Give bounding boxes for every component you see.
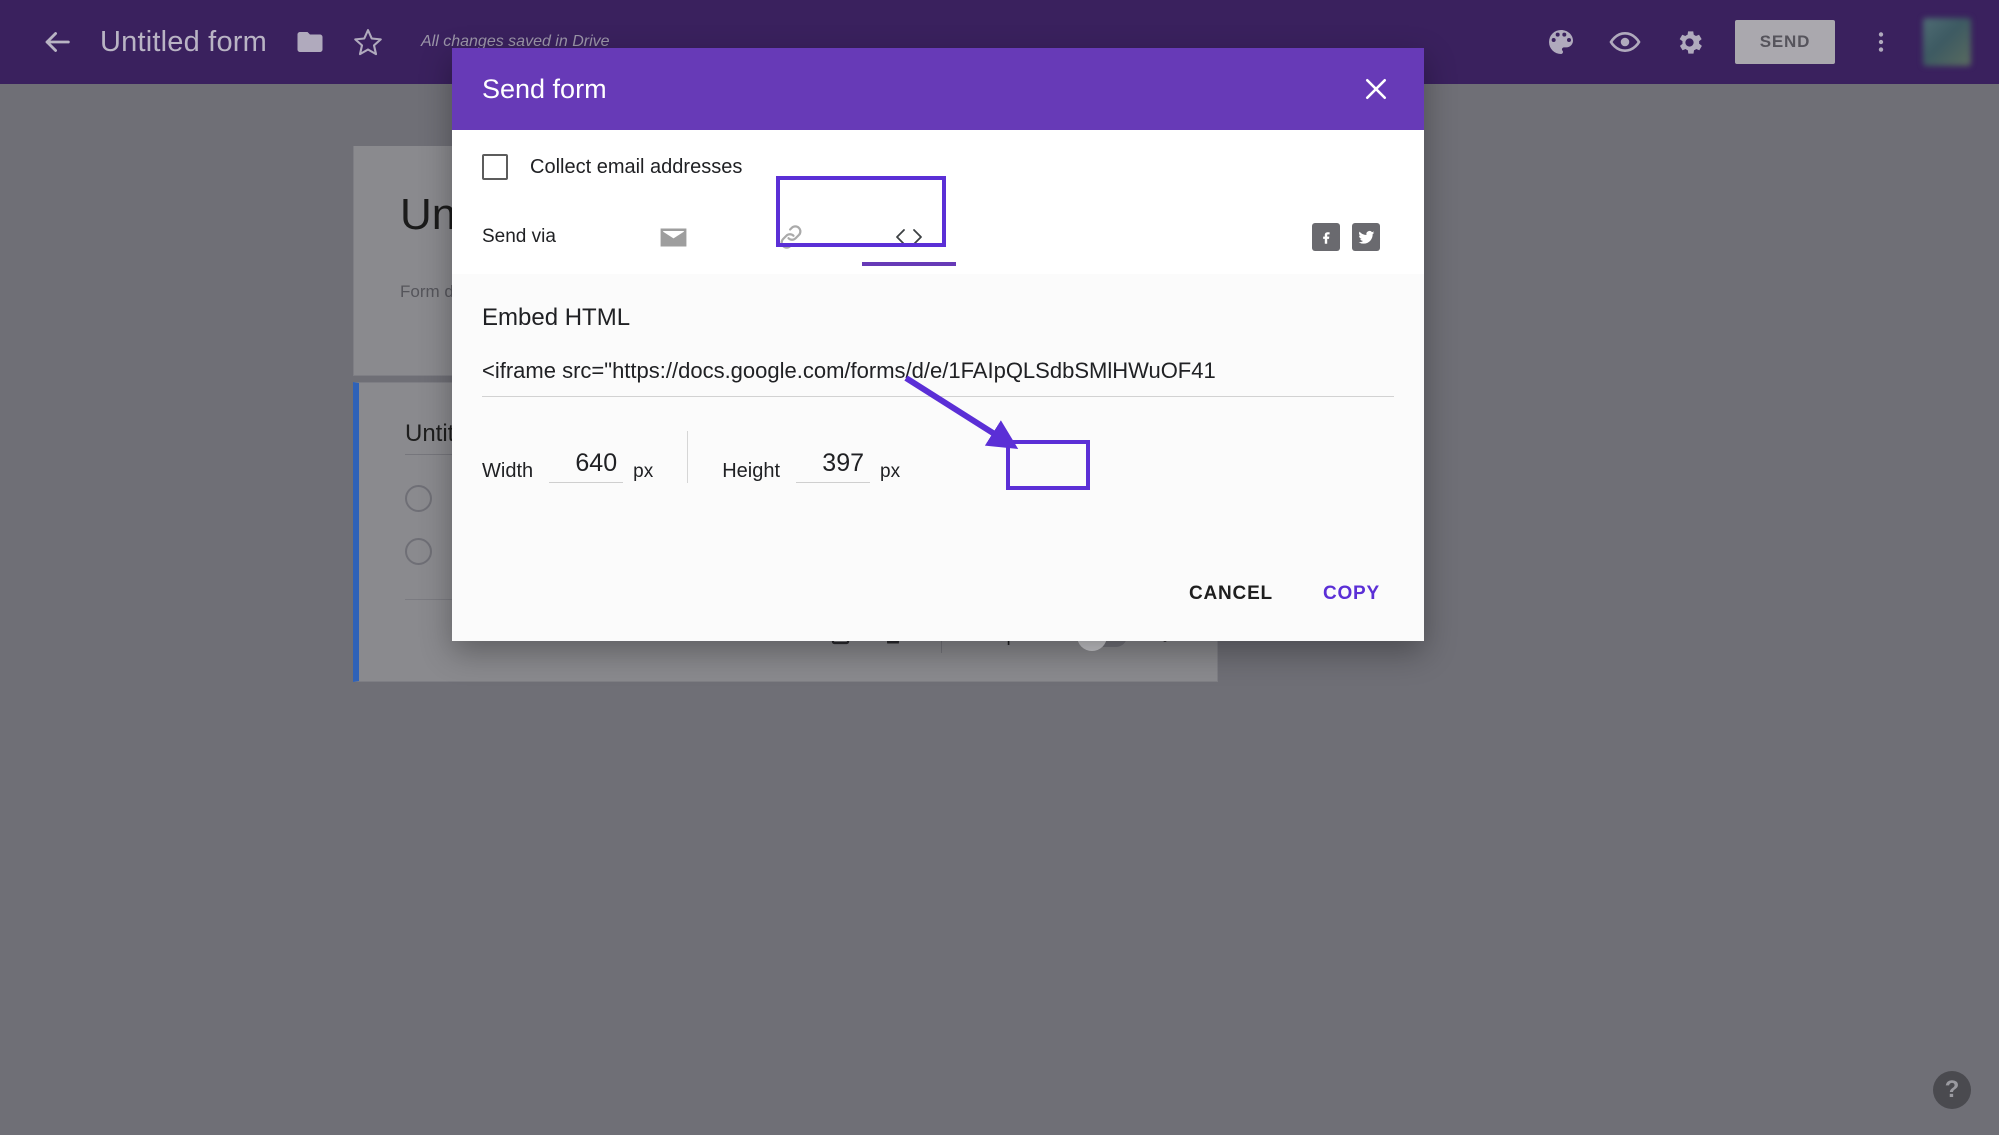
collect-email-label: Collect email addresses bbox=[530, 155, 743, 178]
width-unit: px bbox=[633, 461, 654, 482]
email-icon bbox=[660, 227, 686, 247]
palette-icon[interactable] bbox=[1529, 10, 1593, 74]
dialog-options-section: Collect email addresses Send via bbox=[452, 130, 1424, 274]
radio-icon bbox=[405, 538, 432, 565]
height-label: Height bbox=[722, 460, 781, 482]
send-via-row: Send via bbox=[482, 208, 1394, 266]
dialog-title: Send form bbox=[482, 73, 607, 104]
embed-html-label: Embed HTML bbox=[482, 304, 631, 331]
close-icon[interactable] bbox=[1356, 69, 1396, 109]
more-vert-icon[interactable] bbox=[1849, 10, 1913, 74]
facebook-icon[interactable] bbox=[1312, 223, 1340, 251]
width-input[interactable]: 640 bbox=[549, 449, 624, 483]
copy-button[interactable]: COPY bbox=[1305, 571, 1398, 617]
width-label: Width bbox=[482, 460, 534, 482]
collect-email-row[interactable]: Collect email addresses bbox=[482, 154, 1394, 180]
dialog-header: Send form bbox=[452, 48, 1424, 130]
dialog-actions: CANCEL COPY bbox=[1171, 571, 1398, 617]
link-icon bbox=[780, 225, 802, 249]
arrow-back-icon[interactable] bbox=[40, 25, 74, 59]
code-embed-icon bbox=[896, 229, 922, 245]
social-share-group bbox=[1312, 223, 1394, 251]
send-via-label: Send via bbox=[482, 226, 556, 247]
star-icon[interactable] bbox=[353, 27, 383, 57]
eye-icon[interactable] bbox=[1593, 10, 1657, 74]
cancel-button[interactable]: CANCEL bbox=[1171, 571, 1291, 617]
send-via-email-tab[interactable] bbox=[614, 208, 732, 266]
topbar-actions: SEND bbox=[1529, 10, 1999, 74]
radio-icon[interactable] bbox=[405, 485, 432, 512]
gear-icon[interactable] bbox=[1657, 10, 1721, 74]
form-title[interactable]: Untitled form bbox=[100, 26, 267, 59]
help-button[interactable]: ? bbox=[1933, 1071, 1971, 1109]
dimensions-divider bbox=[687, 431, 689, 483]
folder-icon[interactable] bbox=[295, 27, 325, 57]
send-form-dialog: Send form Collect email addresses Send v… bbox=[452, 48, 1424, 641]
send-button[interactable]: SEND bbox=[1735, 20, 1835, 64]
send-via-embed-tab[interactable] bbox=[850, 208, 968, 266]
height-unit: px bbox=[880, 461, 901, 482]
collect-email-checkbox[interactable] bbox=[482, 154, 508, 180]
avatar[interactable] bbox=[1923, 18, 1971, 66]
twitter-icon[interactable] bbox=[1352, 223, 1380, 251]
send-via-link-tab[interactable] bbox=[732, 208, 850, 266]
pointer-arrow-to-copy bbox=[904, 375, 1019, 449]
height-input[interactable]: 397 bbox=[796, 449, 871, 483]
